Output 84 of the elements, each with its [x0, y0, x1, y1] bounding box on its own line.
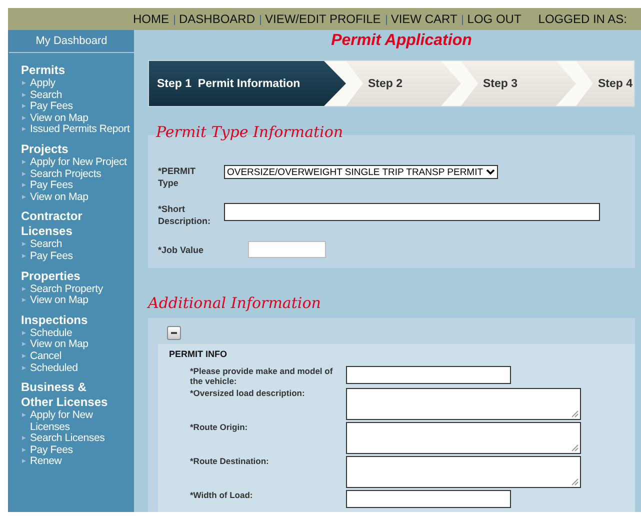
sidebar-heading: Permits [21, 63, 66, 78]
field-label: *Width of Load: [190, 490, 254, 500]
sidebar-link[interactable]: Schedule [30, 328, 132, 340]
field-label: *Route Origin: [190, 422, 249, 432]
bullet-icon [22, 183, 26, 188]
text-area[interactable] [346, 456, 581, 488]
sidebar-link[interactable]: Search Licenses [30, 433, 132, 445]
nav-link[interactable]: DASHBOARD [179, 12, 256, 26]
sidebar-link[interactable]: Apply for New Project [30, 156, 132, 169]
step-tab[interactable]: Step 1 Permit Information [149, 61, 346, 106]
bullet-icon [22, 459, 26, 464]
sidebar-link[interactable]: Pay Fees [30, 444, 132, 456]
nav-link[interactable]: LOG OUT [467, 12, 522, 26]
section-title: Additional Information [148, 294, 322, 314]
resize-grip-icon [571, 478, 579, 486]
bullet-icon [22, 81, 26, 85]
bullet-icon [22, 354, 26, 358]
input-field[interactable] [346, 366, 511, 384]
field-label: *Short Description: [158, 203, 212, 227]
field-label: *PERMIT Type [158, 165, 197, 189]
text-area[interactable] [346, 422, 581, 454]
sidebar-link[interactable]: View on Map [30, 192, 132, 204]
text-area[interactable] [346, 388, 581, 420]
bullet-icon [22, 92, 26, 97]
field-label: *Please provide make and model of the vehicle: [190, 366, 334, 386]
resize-grip-icon [571, 410, 579, 418]
input-field[interactable] [248, 241, 326, 258]
bullet-icon [22, 194, 26, 199]
bullet-icon [22, 160, 26, 164]
field-label: *Oversized load description: [190, 388, 306, 398]
bullet-icon [22, 127, 26, 132]
sidebar-link[interactable]: Search Property [30, 284, 132, 296]
sidebar-heading: Contractor Licenses [21, 209, 84, 239]
bullet-icon [22, 298, 26, 302]
bullet-icon [22, 286, 26, 291]
nav-link[interactable]: HOME [133, 12, 169, 26]
sidebar-link[interactable]: Apply [30, 78, 132, 90]
sidebar-link[interactable]: View on Map [30, 295, 132, 307]
chevron-down-icon [486, 169, 496, 175]
sidebar-link[interactable]: Pay Fees [30, 250, 132, 263]
sidebar-link[interactable]: Cancel [30, 350, 132, 362]
sidebar-heading: Inspections [21, 312, 89, 328]
sidebar-link[interactable]: Pay Fees [30, 101, 132, 113]
sidebar-link[interactable]: Issued Permits Report [30, 124, 132, 136]
bullet-icon [22, 330, 26, 335]
nav-link[interactable]: VIEW/EDIT PROFILE [265, 12, 381, 26]
page-title: Permit Application [330, 31, 473, 51]
group-title: PERMIT INFO [169, 349, 228, 359]
field-label: *Route Destination: [190, 456, 270, 466]
sidebar-link[interactable]: View on Map [30, 112, 132, 124]
section-title: Permit Type Information [156, 123, 344, 143]
sidebar-heading: Business & Other Licenses [21, 380, 109, 410]
resize-grip-icon [571, 444, 579, 452]
bullet-icon [22, 254, 26, 258]
bullet-icon [22, 436, 26, 440]
bullet-icon [22, 342, 26, 346]
nav-link[interactable]: VIEW CART [390, 12, 458, 26]
sidebar-link[interactable]: View on Map [30, 339, 132, 351]
input-field[interactable] [346, 490, 511, 508]
bullet-icon [22, 242, 26, 246]
bullet-icon [22, 104, 26, 108]
bullet-icon [22, 448, 26, 452]
logged-in-label: LOGGED IN AS: [538, 12, 627, 26]
field-label: *Job Value [158, 244, 205, 256]
step-tab[interactable]: Step 2 [346, 61, 461, 106]
sidebar-link[interactable]: Search [30, 239, 132, 251]
sidebar-link[interactable]: Pay Fees [30, 180, 132, 192]
input-field[interactable] [224, 203, 600, 221]
sidebar-link[interactable]: Scheduled [30, 362, 132, 374]
bullet-icon [22, 172, 26, 176]
collapse-button[interactable] [167, 326, 181, 340]
sidebar-link[interactable]: Search [30, 90, 132, 102]
step-tab[interactable]: Step 4 [576, 61, 634, 106]
step-tab[interactable]: Step 3 [461, 61, 576, 106]
bullet-icon [22, 413, 26, 418]
bullet-icon [22, 116, 26, 120]
sidebar-link[interactable]: Renew [30, 456, 132, 468]
sidebar-link[interactable]: Search Projects [30, 168, 132, 180]
sidebar-link[interactable]: Apply for New Licenses [30, 410, 132, 434]
dashboard-link[interactable]: My Dashboard [9, 30, 134, 53]
sidebar-heading: Projects [21, 142, 70, 157]
bullet-icon [22, 366, 26, 370]
permit-type-dropdown[interactable]: OVERSIZE/OVERWEIGHT SINGLE TRIP TRANSP PERMIT [224, 165, 498, 179]
sidebar-heading: Properties [21, 268, 82, 284]
